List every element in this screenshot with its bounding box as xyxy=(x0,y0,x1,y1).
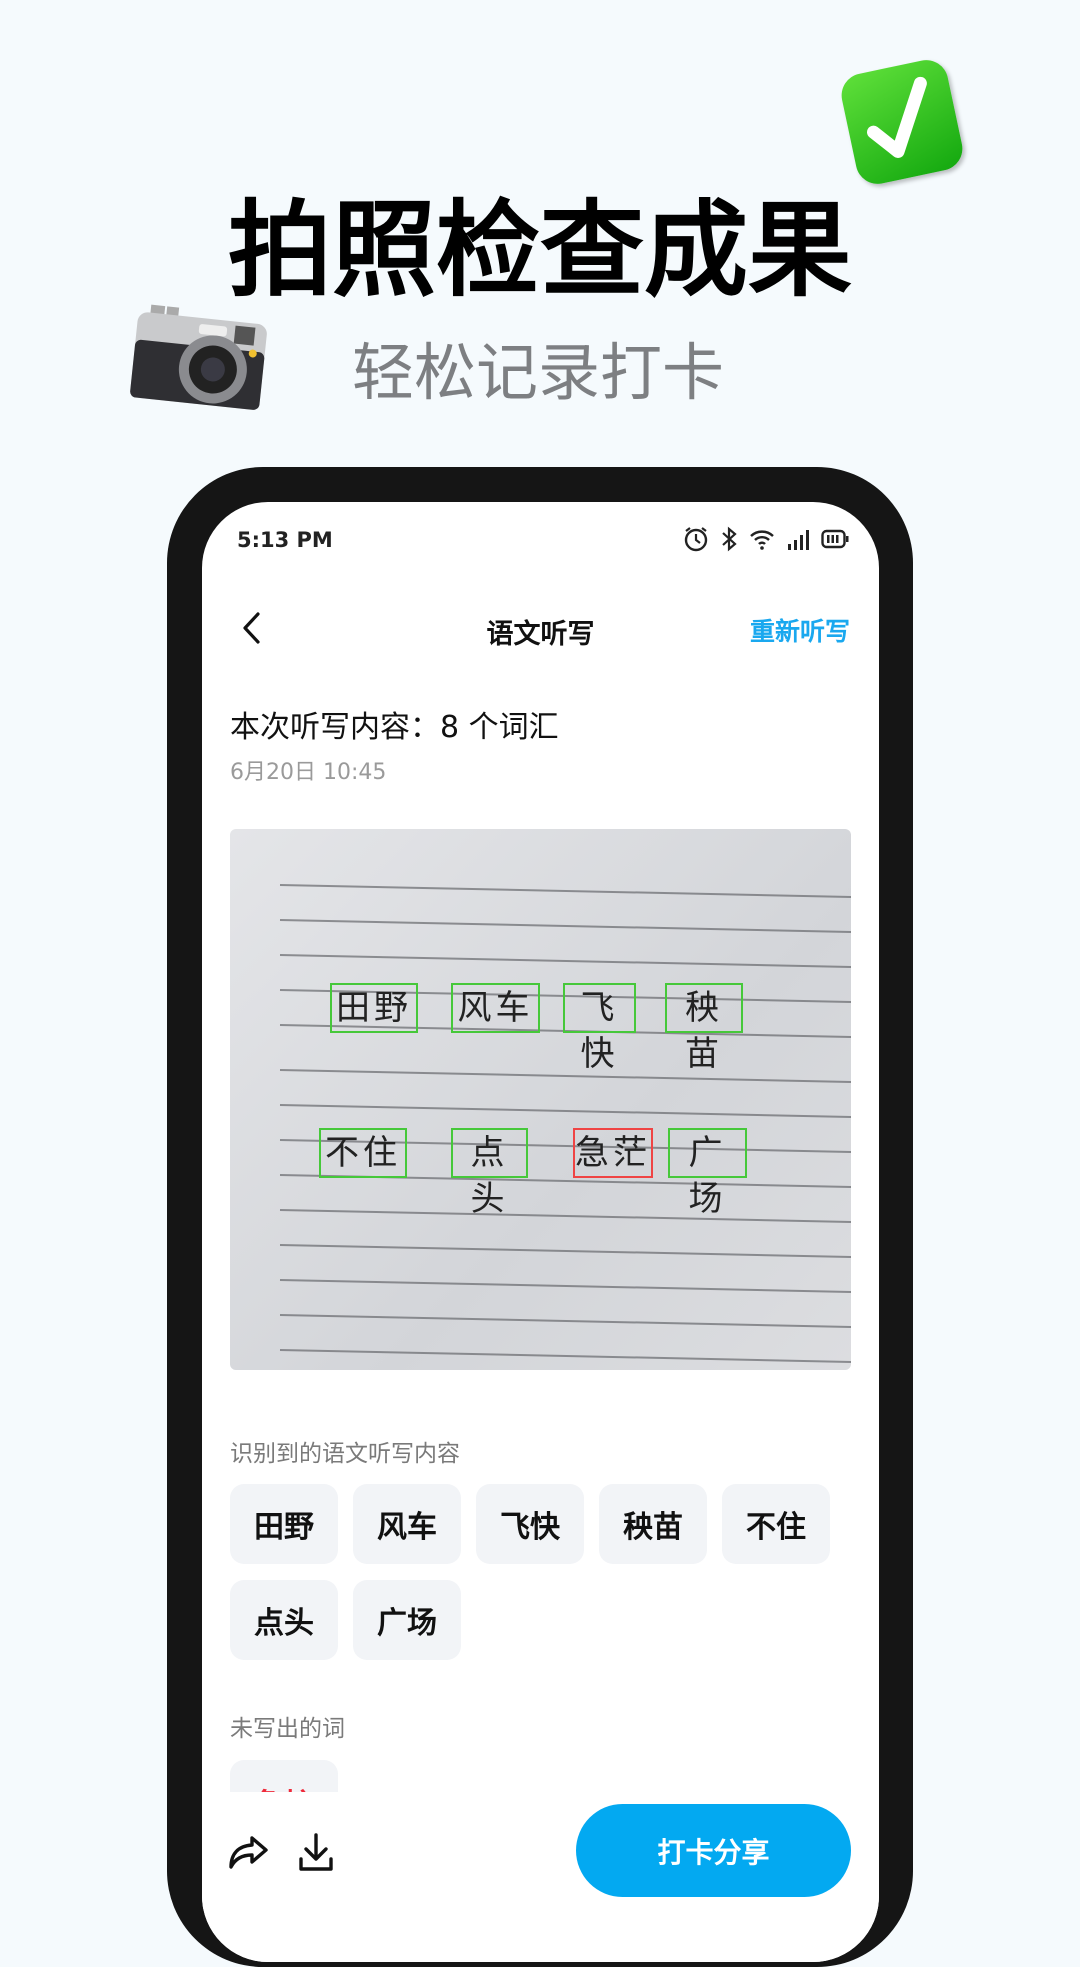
signal-icon xyxy=(788,530,809,550)
checkin-share-button[interactable]: 打卡分享 xyxy=(576,1804,851,1897)
word-chip[interactable]: 广场 xyxy=(353,1580,461,1660)
wifi-icon xyxy=(750,530,774,550)
word-chip[interactable]: 不住 xyxy=(722,1484,830,1564)
recognized-label: 识别到的语文听写内容 xyxy=(230,1441,460,1467)
dictation-summary: 本次听写内容：8 个词汇 xyxy=(230,710,559,745)
hero-subtitle: 轻松记录打卡 xyxy=(352,336,725,409)
share-arrow-icon xyxy=(229,1836,268,1869)
word-chip[interactable]: 飞快 xyxy=(476,1484,584,1564)
word-chip[interactable]: 田野 xyxy=(230,1484,338,1564)
battery-icon xyxy=(821,529,849,549)
redo-dictation-button[interactable]: 重新听写 xyxy=(750,612,850,648)
alarm-icon xyxy=(684,527,708,552)
download-button[interactable] xyxy=(298,1832,334,1876)
word-chip[interactable]: 秧苗 xyxy=(599,1484,707,1564)
status-icons xyxy=(683,526,849,552)
dictation-date: 6月20日 10:45 xyxy=(230,760,387,785)
detected-word-box: 飞快 xyxy=(563,983,636,1074)
notebook-photo[interactable]: 田野 风车 飞快 秧苗 不住 点头 急茫 广场 xyxy=(230,829,851,1370)
detected-word-box: 风车 xyxy=(451,983,540,1033)
recognized-words: 田野 风车 飞快 秧苗 不住 点头 广场 xyxy=(230,1484,855,1660)
missing-words: 急忙 xyxy=(230,1760,350,1792)
wrong-word-box: 急茫 xyxy=(573,1128,653,1178)
phone-screen: 5:13 PM 语文听写 重新听写 本次听写内容：8 个词汇 6月20日 10:… xyxy=(202,502,879,1962)
missing-word-chip[interactable]: 急忙 xyxy=(230,1760,338,1792)
hero-title: 拍照检查成果 xyxy=(227,189,852,311)
missing-label: 未写出的词 xyxy=(230,1716,345,1742)
check-mark-icon xyxy=(837,55,967,189)
download-icon xyxy=(299,1833,333,1871)
status-time: 5:13 PM xyxy=(237,528,333,552)
detected-word-box: 秧苗 xyxy=(665,983,743,1074)
camera-icon xyxy=(127,301,272,415)
share-button[interactable] xyxy=(228,1834,270,1876)
word-chip[interactable]: 风车 xyxy=(353,1484,461,1564)
word-chip[interactable]: 点头 xyxy=(230,1580,338,1660)
detected-word-box: 广场 xyxy=(668,1128,747,1219)
detected-word-box: 不住 xyxy=(319,1128,407,1178)
detected-word-box: 点头 xyxy=(451,1128,528,1219)
bluetooth-icon xyxy=(722,526,737,552)
bottom-bar: 打卡分享 xyxy=(202,1792,879,1962)
detected-word-box: 田野 xyxy=(330,983,418,1033)
